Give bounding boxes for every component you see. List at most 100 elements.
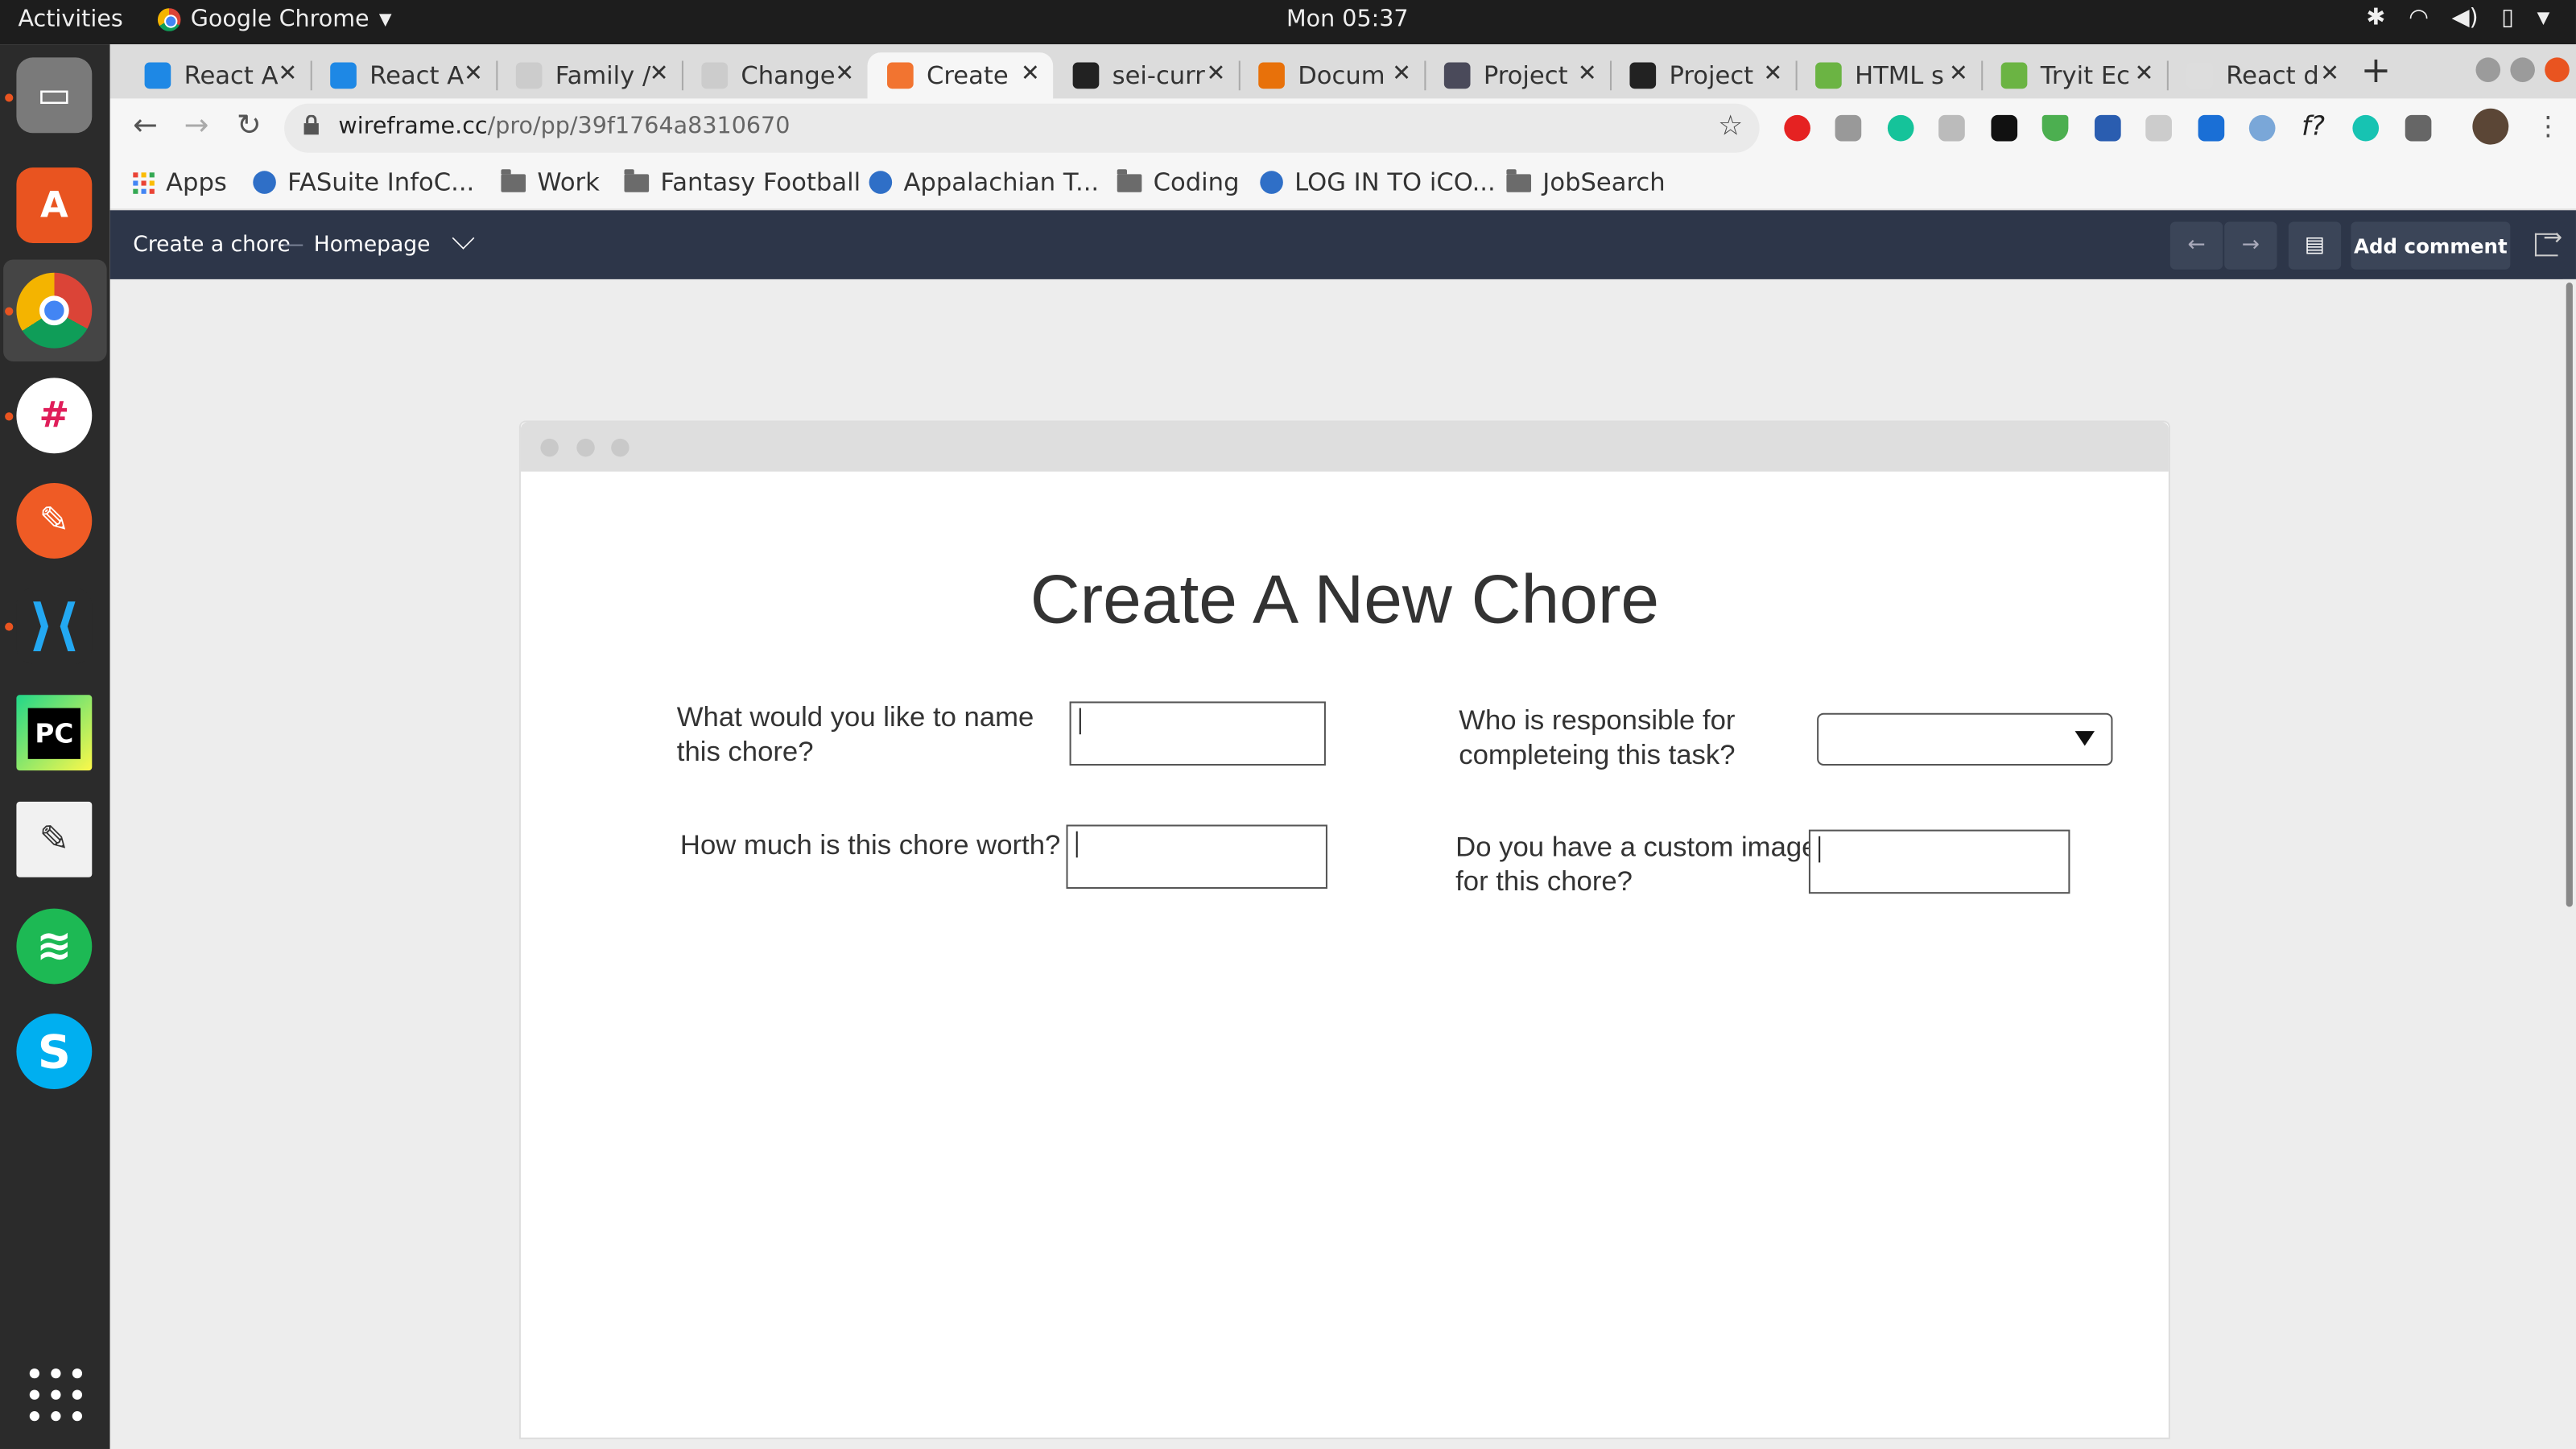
close-window-button[interactable] bbox=[2545, 57, 2570, 83]
files-icon[interactable]: ▭ bbox=[16, 57, 93, 134]
browser-tab[interactable]: Project ✕ bbox=[1424, 52, 1610, 98]
bookmark-item[interactable]: JobSearch bbox=[1506, 167, 1666, 197]
columns-extension-icon[interactable] bbox=[1991, 114, 2018, 142]
show-applications-icon[interactable] bbox=[29, 1368, 83, 1422]
power-menu-icon[interactable]: ▼ bbox=[2537, 9, 2550, 27]
custom-image-input[interactable] bbox=[1808, 829, 2070, 894]
browser-tab[interactable]: React A ✕ bbox=[125, 52, 311, 98]
v-extension-icon[interactable] bbox=[2198, 114, 2225, 142]
folder-icon bbox=[1506, 168, 1532, 192]
browser-tab[interactable]: Docum ✕ bbox=[1239, 52, 1425, 98]
close-tab-icon[interactable]: ✕ bbox=[2135, 61, 2154, 88]
back-arrow-icon[interactable]: ← bbox=[133, 109, 158, 143]
next-page-arrow-icon[interactable]: → bbox=[2224, 221, 2277, 270]
close-tab-icon[interactable]: ✕ bbox=[278, 61, 297, 88]
vscode-icon[interactable]: ⟩⟨ bbox=[16, 588, 93, 664]
folder-icon bbox=[624, 168, 650, 192]
app-menu[interactable]: Google Chrome ▼ bbox=[157, 6, 392, 33]
chrome-icon[interactable] bbox=[16, 272, 93, 349]
reload-icon[interactable]: ↻ bbox=[237, 109, 262, 143]
minimize-button[interactable] bbox=[2475, 57, 2501, 83]
bookmark-label: FASuite InfoC... bbox=[287, 167, 475, 197]
puzzle-extension-icon[interactable] bbox=[2405, 114, 2432, 142]
close-tab-icon[interactable]: ✕ bbox=[1021, 61, 1040, 88]
wifi-icon[interactable]: ◠ bbox=[2409, 5, 2429, 31]
bookmark-label: Fantasy Football bbox=[660, 167, 861, 197]
browser-tab[interactable]: Family / ✕ bbox=[496, 52, 682, 98]
more-menu-icon[interactable]: ⋮ bbox=[2535, 110, 2562, 142]
close-tab-icon[interactable]: ✕ bbox=[1578, 61, 1597, 88]
css-extension-icon[interactable] bbox=[1835, 114, 1862, 142]
tab-label: Create bbox=[927, 60, 1009, 91]
browser-tab[interactable]: HTML s ✕ bbox=[1796, 52, 1982, 98]
system-tray[interactable]: ✱ ◠ ◀) ▯ ▼ bbox=[2367, 5, 2550, 31]
battery-icon[interactable]: ▯ bbox=[2501, 5, 2514, 31]
slack-icon[interactable]: # bbox=[16, 378, 93, 454]
close-tab-icon[interactable]: ✕ bbox=[650, 61, 669, 88]
bookmark-item[interactable]: Appalachian T... bbox=[869, 167, 1099, 197]
close-tab-icon[interactable]: ✕ bbox=[1949, 61, 1968, 88]
folder-icon bbox=[1117, 168, 1142, 192]
profile-avatar[interactable] bbox=[2472, 108, 2509, 145]
pycharm-icon[interactable]: PC bbox=[16, 695, 93, 771]
chore-worth-input[interactable] bbox=[1066, 824, 1327, 890]
bookmark-star-icon[interactable]: ☆ bbox=[1718, 110, 1743, 143]
prev-page-arrow-icon[interactable]: ← bbox=[2169, 221, 2223, 270]
add-comment-button[interactable]: Add comment bbox=[2351, 221, 2511, 270]
bookmark-item[interactable]: Coding bbox=[1117, 167, 1240, 197]
exit-preview-icon[interactable] bbox=[2534, 225, 2562, 257]
current-page[interactable]: Homepage bbox=[314, 233, 431, 258]
browser-tab[interactable]: Project ✕ bbox=[1610, 52, 1796, 98]
close-tab-icon[interactable]: ✕ bbox=[1206, 61, 1225, 88]
browser-tab[interactable]: React d ✕ bbox=[2167, 52, 2353, 98]
forward-arrow-icon[interactable]: → bbox=[184, 109, 209, 143]
browser-tab[interactable]: Create ✕ bbox=[867, 52, 1054, 99]
bookmark-item[interactable]: FASuite InfoC... bbox=[253, 167, 474, 197]
function-extension-icon[interactable]: f? bbox=[2301, 110, 2328, 142]
close-tab-icon[interactable]: ✕ bbox=[464, 61, 483, 88]
react-devtools-extension-icon[interactable] bbox=[1938, 114, 1965, 142]
spotify-icon[interactable]: ≋ bbox=[16, 908, 93, 985]
scrollbar-thumb[interactable] bbox=[2566, 283, 2573, 907]
adblock-extension-icon[interactable] bbox=[1784, 114, 1810, 142]
bookmark-item[interactable]: Fantasy Football bbox=[624, 167, 861, 197]
m-extension-icon[interactable] bbox=[2352, 114, 2380, 142]
chore-name-input[interactable] bbox=[1069, 701, 1326, 766]
clock[interactable]: Mon 05:37 bbox=[1286, 6, 1409, 33]
grammarly-extension-icon[interactable] bbox=[1887, 114, 1914, 142]
volume-icon[interactable]: ◀) bbox=[2452, 5, 2479, 31]
close-tab-icon[interactable]: ✕ bbox=[1763, 61, 1782, 88]
page-scrollbar[interactable] bbox=[2562, 279, 2576, 1449]
software-center-icon[interactable]: A bbox=[16, 167, 93, 244]
close-tab-icon[interactable]: ✕ bbox=[2320, 61, 2339, 88]
text-editor-icon[interactable]: ✎ bbox=[16, 801, 93, 877]
close-tab-icon[interactable]: ✕ bbox=[1392, 61, 1411, 88]
browser-tab[interactable]: Tryit Ec ✕ bbox=[1981, 52, 2167, 98]
bookmark-item[interactable]: Apps bbox=[133, 167, 227, 197]
maximize-button[interactable] bbox=[2510, 57, 2535, 83]
new-tab-button[interactable]: + bbox=[2361, 51, 2392, 92]
activities-button[interactable]: Activities bbox=[18, 6, 122, 33]
browser-tab[interactable]: sei-curr ✕ bbox=[1053, 52, 1239, 98]
shield-extension-icon[interactable] bbox=[2041, 114, 2069, 142]
address-bar[interactable]: wireframe.cc/pro/pp/39f1764a8310670 ☆ bbox=[284, 103, 1760, 153]
bookmark-item[interactable]: LOG IN TO iCO... bbox=[1260, 167, 1496, 197]
comments-icon[interactable]: ▤ bbox=[2288, 221, 2342, 270]
search-extension-icon[interactable] bbox=[2095, 114, 2121, 142]
grid-extension-icon[interactable] bbox=[2145, 114, 2172, 142]
postman-icon[interactable]: ✎ bbox=[16, 482, 93, 559]
site-favicon-icon bbox=[869, 171, 893, 194]
circle-extension-icon[interactable] bbox=[2248, 114, 2276, 142]
tab-favicon-icon bbox=[887, 62, 914, 89]
browser-tab[interactable]: Change ✕ bbox=[682, 52, 868, 98]
skype-icon[interactable]: S bbox=[16, 1013, 93, 1090]
page-dropdown-chevron-icon[interactable] bbox=[452, 227, 475, 250]
close-tab-icon[interactable]: ✕ bbox=[835, 61, 854, 88]
responsible-select[interactable] bbox=[1817, 712, 2113, 766]
page-name[interactable]: Create a chore bbox=[133, 233, 291, 258]
slack-tray-icon[interactable]: ✱ bbox=[2367, 5, 2386, 31]
text-caret bbox=[1818, 836, 1821, 863]
tab-label: React A bbox=[184, 60, 279, 91]
browser-tab[interactable]: React A ✕ bbox=[311, 52, 497, 98]
bookmark-item[interactable]: Work bbox=[501, 167, 600, 197]
